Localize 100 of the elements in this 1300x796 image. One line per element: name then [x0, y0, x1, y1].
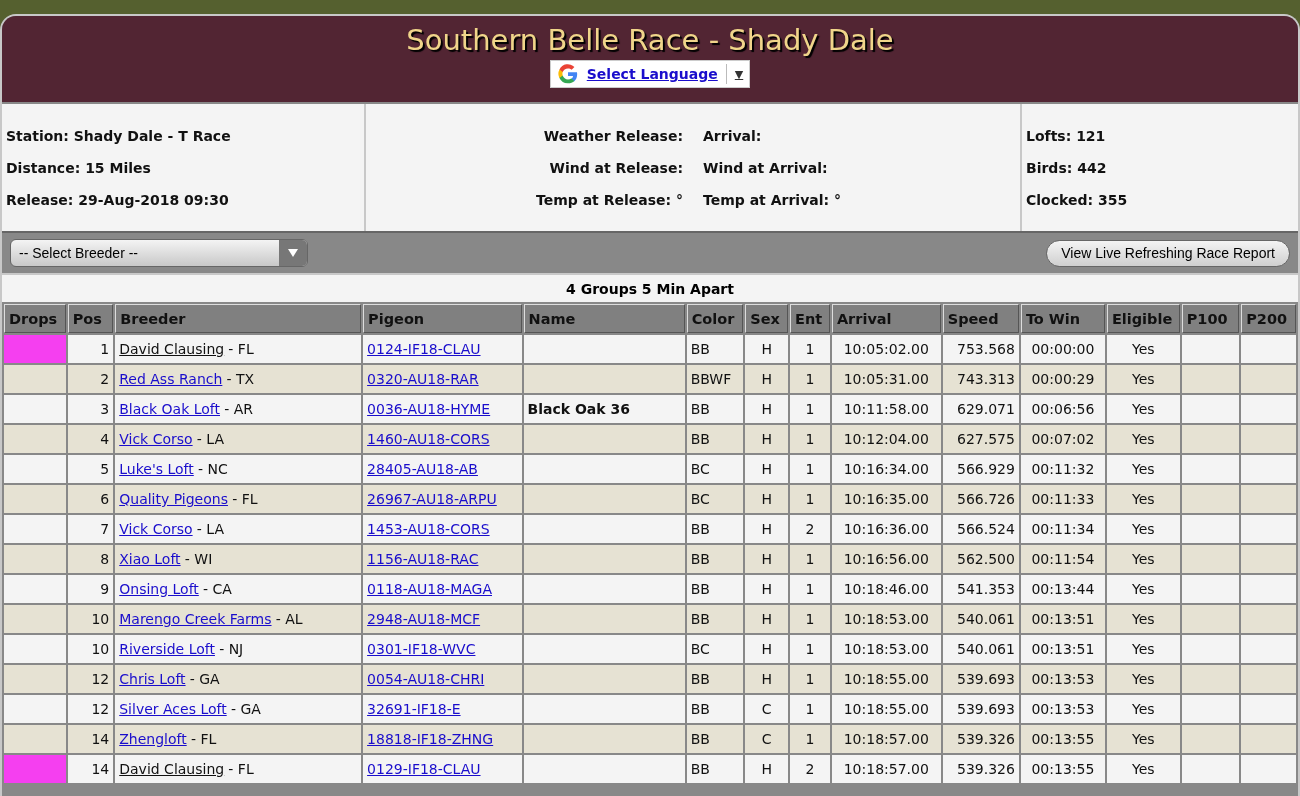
table-cell: H	[745, 365, 789, 393]
pigeon-link[interactable]: 1453-AU18-CORS	[367, 521, 490, 537]
dropdown-arrow[interactable]: ▼	[734, 67, 744, 81]
table-cell: 10:12:04.00	[831, 425, 941, 453]
pigeon-link[interactable]: 28405-AU18-AB	[367, 461, 478, 477]
table-cell: H	[745, 665, 789, 693]
pigeon-link[interactable]: 0320-AU18-RAR	[367, 371, 479, 387]
language-selector[interactable]: Select Language ▼	[549, 60, 751, 88]
table-cell: 562.500	[942, 545, 1019, 573]
breeder-link[interactable]: Vick Corso	[119, 431, 193, 447]
table-cell: 1	[790, 425, 830, 453]
table-cell: 10:18:57.00	[831, 725, 941, 753]
table-cell: 00:13:53	[1020, 695, 1105, 723]
table-cell: 10:11:58.00	[831, 395, 941, 423]
breeder-link[interactable]: Xiao Loft	[119, 551, 181, 567]
state-text: - NJ	[219, 641, 244, 657]
breeder-link[interactable]: Silver Aces Loft	[119, 701, 227, 717]
table-cell: 00:11:33	[1020, 485, 1105, 513]
table-cell: BBWF	[686, 365, 744, 393]
live-report-button[interactable]: View Live Refreshing Race Report	[1046, 239, 1290, 267]
breeder-link[interactable]: Marengo Creek Farms	[119, 611, 272, 627]
breeder-link[interactable]: Chris Loft	[119, 671, 186, 687]
table-cell: 5	[67, 455, 114, 483]
select-language-link[interactable]: Select Language	[586, 66, 718, 82]
table-cell: BC	[686, 455, 744, 483]
table-cell: 00:13:44	[1020, 575, 1105, 603]
breeder-link[interactable]: Luke's Loft	[119, 461, 194, 477]
state-text: - LA	[196, 521, 224, 537]
breeder-link[interactable]: David Clausing	[119, 761, 225, 777]
table-cell: 10:18:55.00	[831, 695, 941, 723]
table-cell: H	[745, 335, 789, 363]
column-header: Color	[686, 304, 744, 333]
pigeon-link[interactable]: 0036-AU18-HYME	[367, 401, 491, 417]
breeder-link[interactable]: Zhengloft	[119, 731, 187, 747]
pigeon-link[interactable]: 0118-AU18-MAGA	[367, 581, 492, 597]
caret-icon	[287, 248, 299, 258]
table-cell: BB	[686, 545, 744, 573]
pigeon-link[interactable]: 0301-IF18-WVC	[367, 641, 476, 657]
table-cell: 1	[790, 365, 830, 393]
breeder-link[interactable]: Black Oak Loft	[119, 401, 220, 417]
table-cell: 14	[67, 725, 114, 753]
pigeon-link[interactable]: 0124-IF18-CLAU	[367, 341, 481, 357]
race-info-text: Temp at Release: °	[535, 191, 683, 208]
table-cell: H	[745, 455, 789, 483]
column-header: Drops	[4, 304, 66, 333]
breeder-link[interactable]: Vick Corso	[119, 521, 193, 537]
pigeon-link[interactable]: 2948-AU18-MCF	[367, 611, 481, 627]
column-header: P200	[1241, 304, 1296, 333]
breeder-link[interactable]: David Clausing	[119, 341, 225, 357]
pigeon-link[interactable]: 18818-IF18-ZHNG	[367, 731, 494, 747]
table-cell: 1	[790, 635, 830, 663]
table-cell: 1	[790, 335, 830, 363]
table-cell: 00:13:51	[1020, 635, 1105, 663]
table-cell: 540.061	[942, 635, 1019, 663]
state-text: - FL	[228, 761, 254, 777]
table-cell: 10:16:56.00	[831, 545, 941, 573]
pigeon-link[interactable]: 1156-AU18-RAC	[367, 551, 479, 567]
state-text: - AL	[275, 611, 303, 627]
table-cell: BB	[686, 425, 744, 453]
table-cell: 753.568	[942, 335, 1019, 363]
table-cell: 1	[790, 605, 830, 633]
table-cell: Yes	[1106, 545, 1180, 573]
pigeon-link[interactable]: 32691-IF18-E	[367, 701, 461, 717]
table-cell: Yes	[1106, 755, 1180, 783]
table-cell: BB	[686, 755, 744, 783]
race-info-text: Arrival:	[703, 127, 763, 144]
column-header: To Win	[1020, 304, 1105, 333]
google-logo-icon	[556, 63, 579, 85]
breeder-link[interactable]: Onsing Loft	[119, 581, 199, 597]
pigeon-link[interactable]: 0054-AU18-CHRI	[367, 671, 485, 687]
column-header: Name	[523, 304, 685, 333]
table-cell: 1	[790, 545, 830, 573]
column-header: Sex	[745, 304, 789, 333]
pigeon-link[interactable]: 1460-AU18-CORS	[367, 431, 490, 447]
race-info-text: Distance: 15 Miles	[6, 159, 152, 176]
table-cell: H	[745, 755, 789, 783]
race-info-text: Station: Shady Dale - T Race	[6, 127, 232, 144]
breeder-link[interactable]: Red Ass Ranch	[119, 371, 223, 387]
table-cell: 1	[790, 455, 830, 483]
table-cell: H	[745, 515, 789, 543]
breeder-select[interactable]: -- Select Breeder --	[10, 239, 308, 267]
table-cell: 566.524	[942, 515, 1019, 543]
table-cell: BB	[686, 665, 744, 693]
breeder-link[interactable]: Quality Pigeons	[119, 491, 228, 507]
table-cell: Yes	[1106, 425, 1180, 453]
breeder-link[interactable]: Riverside Loft	[119, 641, 215, 657]
table-cell: Yes	[1106, 335, 1180, 363]
race-info-text: Wind at Arrival:	[703, 159, 829, 176]
table-cell: 2	[790, 515, 830, 543]
table-cell: C	[745, 695, 789, 723]
table-cell: 10:16:35.00	[831, 485, 941, 513]
pigeon-link[interactable]: 26967-AU18-ARPU	[367, 491, 497, 507]
table-cell: 540.061	[942, 605, 1019, 633]
table-cell: 10:16:36.00	[831, 515, 941, 543]
table-cell: 566.726	[942, 485, 1019, 513]
pigeon-link[interactable]: 0129-IF18-CLAU	[367, 761, 481, 777]
table-cell: 4	[67, 425, 114, 453]
column-header: Ent	[790, 304, 830, 333]
table-cell: 743.313	[942, 365, 1019, 393]
table-cell: 1	[790, 575, 830, 603]
